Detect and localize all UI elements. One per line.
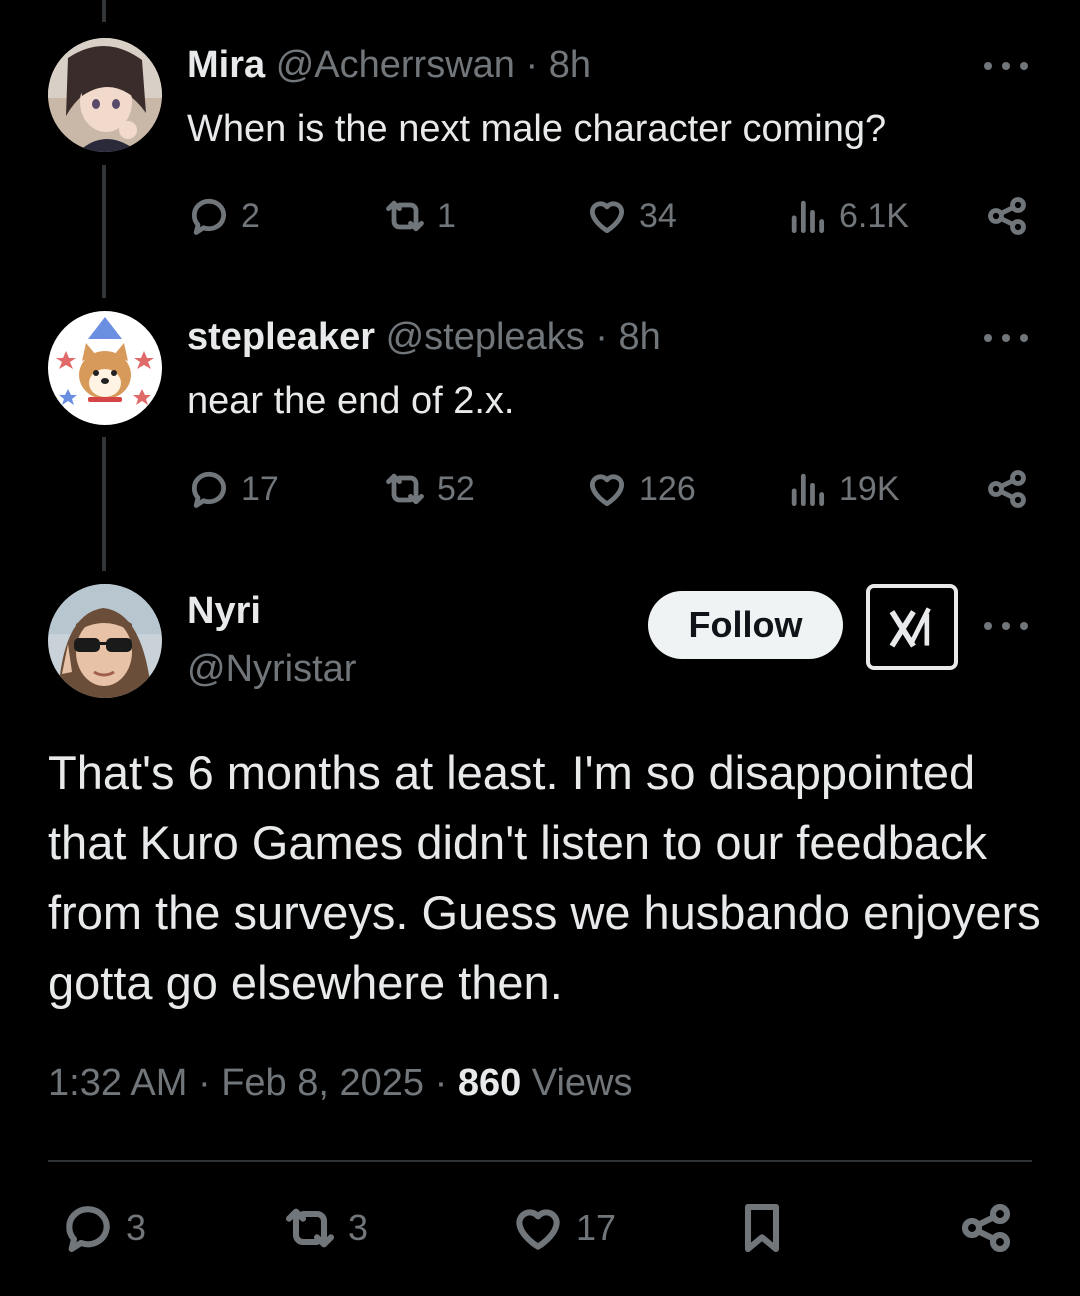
heart-icon — [589, 201, 625, 234]
reply2-timestamp[interactable]: 8h — [618, 316, 660, 358]
reply1-display-name[interactable]: Mira — [187, 44, 265, 86]
main-time[interactable]: 1:32 AM — [48, 1062, 187, 1104]
reply2-display-name[interactable]: stepleaker — [187, 316, 375, 358]
share-icon — [988, 470, 1026, 508]
reply-icon — [66, 1206, 110, 1253]
reply2-action-bar: 17 52 126 19K — [187, 467, 1030, 517]
reply1-views-button[interactable]: 6.1K — [785, 194, 909, 238]
reply-icon — [191, 198, 227, 235]
reply2-views-button[interactable]: 19K — [785, 467, 900, 511]
thread-line-2 — [102, 437, 106, 571]
reply1-handle[interactable]: @Acherrswan — [276, 44, 515, 86]
avatar-mira[interactable] — [48, 38, 162, 152]
main-handle-text: @Nyristar — [187, 648, 357, 690]
share-icon — [961, 1203, 1011, 1253]
main-action-bar: 3 3 17 — [48, 1200, 1032, 1260]
reply2-header: stepleaker @stepleaks · 8h — [187, 316, 661, 359]
reply1-text: When is the next male character coming? — [187, 108, 887, 150]
repost-icon — [386, 473, 424, 505]
main-reply-count: 3 — [126, 1207, 147, 1248]
meta-separator-1: · — [197, 1062, 211, 1104]
reply2-text: near the end of 2.x. — [187, 380, 515, 422]
views-icon — [791, 200, 825, 234]
main-tweet-text: That's 6 months at least. I'm so disappo… — [48, 746, 1041, 1009]
reply2-repost-count: 52 — [437, 469, 475, 508]
main-tweet-meta: 1:32 AM · Feb 8, 2025 · 860 Views — [48, 1062, 632, 1105]
reply2-repost-button[interactable]: 52 — [383, 467, 475, 511]
avatar-nyri[interactable] — [48, 584, 162, 698]
main-handle[interactable]: @Nyristar — [187, 648, 356, 691]
repost-icon — [285, 1208, 335, 1248]
divider — [48, 1160, 1032, 1162]
main-name-text: Nyri — [187, 590, 261, 632]
main-bookmark-button[interactable] — [734, 1200, 790, 1256]
reply1-repost-button[interactable]: 1 — [383, 194, 456, 238]
reply1-like-count: 34 — [639, 196, 677, 235]
reply1-header: Mira @Acherrswan · 8h — [187, 44, 591, 87]
reply1-share-button[interactable] — [985, 194, 1029, 238]
reply1-reply-count: 2 — [241, 196, 260, 235]
reply-icon — [191, 471, 227, 508]
thread-line-1 — [102, 165, 106, 298]
main-like-count: 17 — [576, 1207, 617, 1248]
follow-button[interactable]: Follow — [648, 591, 843, 659]
grok-icon — [889, 607, 931, 648]
reply2-separator: · — [595, 316, 608, 358]
reply2-like-count: 126 — [639, 469, 696, 508]
reply2-reply-count: 17 — [241, 469, 279, 508]
main-repost-button[interactable]: 3 — [282, 1200, 368, 1256]
reply2-handle[interactable]: @stepleaks — [386, 316, 585, 358]
main-views-count: 860 — [457, 1062, 522, 1104]
main-more-icon[interactable] — [984, 616, 1028, 636]
main-like-button[interactable]: 17 — [510, 1200, 616, 1256]
main-display-name[interactable]: Nyri — [187, 590, 261, 633]
bookmark-icon — [744, 1203, 780, 1253]
heart-icon — [516, 1209, 560, 1250]
meta-separator-2: · — [434, 1062, 448, 1104]
reply1-more-icon[interactable] — [984, 56, 1028, 76]
reply1-view-count: 6.1K — [839, 196, 909, 235]
reply1-like-button[interactable]: 34 — [585, 194, 677, 238]
reply2-more-icon[interactable] — [984, 328, 1028, 348]
repost-icon — [386, 200, 424, 232]
main-date[interactable]: Feb 8, 2025 — [221, 1062, 424, 1104]
reply1-timestamp[interactable]: 8h — [549, 44, 591, 86]
thread-line-top — [102, 0, 106, 22]
reply1-reply-button[interactable]: 2 — [187, 194, 260, 238]
reply1-repost-count: 1 — [437, 196, 456, 235]
main-repost-count: 3 — [348, 1207, 369, 1248]
views-icon — [791, 473, 825, 507]
reply1-action-bar: 2 1 34 6.1K — [187, 194, 1030, 244]
grok-button[interactable] — [866, 584, 958, 670]
reply2-like-button[interactable]: 126 — [585, 467, 696, 511]
main-share-button[interactable] — [958, 1200, 1014, 1256]
reply2-view-count: 19K — [839, 469, 900, 508]
main-reply-button[interactable]: 3 — [60, 1200, 146, 1256]
share-icon — [988, 197, 1026, 235]
reply2-reply-button[interactable]: 17 — [187, 467, 279, 511]
main-views-label: Views — [531, 1062, 633, 1104]
avatar-stepleaker[interactable] — [48, 311, 162, 425]
heart-icon — [589, 474, 625, 507]
reply2-share-button[interactable] — [985, 467, 1029, 511]
reply1-separator: · — [525, 44, 539, 86]
